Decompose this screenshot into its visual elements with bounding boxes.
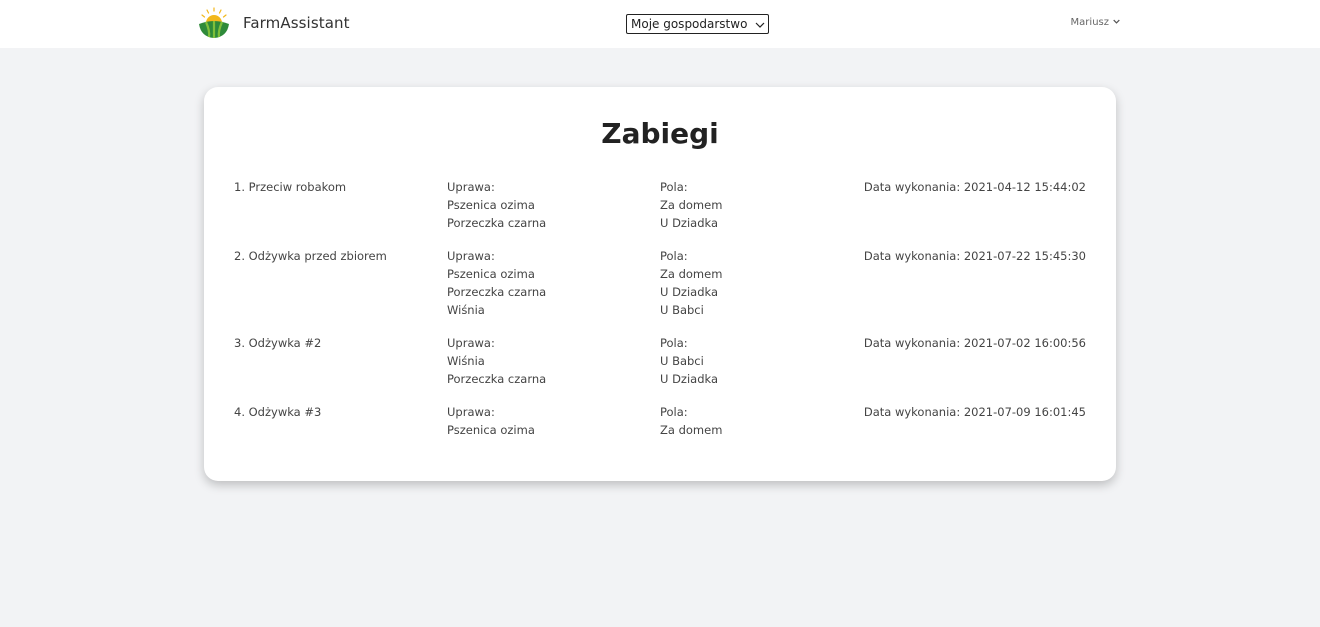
field-item: Za domem bbox=[660, 267, 723, 281]
fields-col: Pola: Za domem U Dziadka U Babci bbox=[660, 247, 722, 319]
field-item: Za domem bbox=[660, 423, 723, 437]
treatments-list: 1. Przeciw robakom Uprawa: Pszenica ozima P… bbox=[234, 178, 1086, 454]
treatment-row: 3. Odżywka #2 Uprawa: Wiśnia Porzeczka czar… bbox=[234, 334, 1086, 388]
treatment-name-col: 1. Przeciw robakom bbox=[234, 178, 346, 196]
farm-logo-icon bbox=[197, 7, 231, 39]
crops-label: Uprawa: bbox=[447, 249, 495, 263]
date-col: Data wykonania: 2021-07-22 15:45:30 bbox=[864, 247, 1086, 265]
fields-col: Pola: Za domem U Dziadka bbox=[660, 178, 722, 232]
crop-item: Pszenica ozima bbox=[447, 198, 535, 212]
treatment-name: 4. Odżywka #3 bbox=[234, 405, 322, 419]
crop-item: Wiśnia bbox=[447, 354, 485, 368]
crop-item: Pszenica ozima bbox=[447, 423, 535, 437]
execution-date: Data wykonania: 2021-04-12 15:44:02 bbox=[863, 180, 1086, 194]
crop-item: Wiśnia bbox=[447, 303, 485, 317]
fields-label: Pola: bbox=[660, 249, 688, 263]
execution-date: Data wykonania: 2021-07-09 16:01:45 bbox=[863, 405, 1086, 419]
user-menu[interactable]: Mariusz bbox=[1071, 17, 1120, 28]
date-col: Data wykonania: 2021-07-02 16:00:56 bbox=[864, 334, 1086, 352]
top-navbar: FarmAssistant Moje gospodarstwo Mariusz bbox=[0, 0, 1320, 48]
crops-col: Uprawa: Pszenica ozima Porzeczka czarna Wiś… bbox=[447, 247, 546, 319]
crop-item: Porzeczka czarna bbox=[447, 216, 547, 230]
treatment-name-col: 2. Odżywka przed zbiorem bbox=[234, 247, 387, 265]
farm-select-value: Moje gospodarstwo bbox=[631, 17, 748, 31]
brand-name: FarmAssistant bbox=[243, 14, 350, 32]
crop-item: Porzeczka czarna bbox=[447, 372, 547, 386]
execution-date: Data wykonania: 2021-07-02 16:00:56 bbox=[863, 336, 1086, 350]
crops-col: Uprawa: Pszenica ozima Porzeczka czarna bbox=[447, 178, 546, 232]
crops-col: Uprawa: Pszenica ozima bbox=[447, 403, 535, 439]
field-item: U Dziadka bbox=[660, 372, 719, 386]
farm-select-dropdown[interactable]: Moje gospodarstwo bbox=[626, 14, 769, 34]
execution-date: Data wykonania: 2021-07-22 15:45:30 bbox=[863, 249, 1086, 263]
field-item: U Dziadka bbox=[660, 285, 719, 299]
crops-col: Uprawa: Wiśnia Porzeczka czarna bbox=[447, 334, 546, 388]
field-item: U Babci bbox=[660, 354, 704, 368]
treatment-row: 2. Odżywka przed zbiorem Uprawa: Pszenica … bbox=[234, 247, 1086, 319]
chevron-down-icon bbox=[1113, 17, 1120, 28]
user-name: Mariusz bbox=[1070, 17, 1109, 28]
treatment-row: 1. Przeciw robakom Uprawa: Pszenica ozima P… bbox=[234, 178, 1086, 232]
date-col: Data wykonania: 2021-07-09 16:01:45 bbox=[864, 403, 1086, 421]
field-item: U Babci bbox=[660, 303, 704, 317]
treatment-name: 2. Odżywka przed zbiorem bbox=[234, 249, 387, 263]
page-title: Zabiegi bbox=[601, 117, 719, 150]
treatment-name-col: 3. Odżywka #2 bbox=[234, 334, 321, 352]
crops-label: Uprawa: bbox=[447, 180, 495, 194]
crop-item: Pszenica ozima bbox=[447, 267, 535, 281]
fields-col: Pola: U Babci U Dziadka bbox=[660, 334, 718, 388]
fields-label: Pola: bbox=[660, 180, 688, 194]
crop-item: Porzeczka czarna bbox=[447, 285, 547, 299]
treatments-card: Zabiegi 1. Przeciw robakom Uprawa: Pszenic… bbox=[204, 87, 1116, 481]
treatment-row: 4. Odżywka #3 Uprawa: Pszenica ozima Pola: Z… bbox=[234, 403, 1086, 439]
chevron-down-icon bbox=[755, 19, 765, 29]
crops-label: Uprawa: bbox=[447, 405, 495, 419]
date-col: Data wykonania: 2021-04-12 15:44:02 bbox=[864, 178, 1086, 196]
treatment-name-col: 4. Odżywka #3 bbox=[234, 403, 321, 421]
fields-label: Pola: bbox=[660, 405, 688, 419]
brand-home-link[interactable]: FarmAssistant bbox=[197, 5, 350, 41]
field-item: Za domem bbox=[660, 198, 723, 212]
treatment-name: 1. Przeciw robakom bbox=[234, 180, 347, 194]
fields-col: Pola: Za domem bbox=[660, 403, 722, 439]
treatment-name: 3. Odżywka #2 bbox=[234, 336, 322, 350]
field-item: U Dziadka bbox=[660, 216, 719, 230]
crops-label: Uprawa: bbox=[447, 336, 495, 350]
fields-label: Pola: bbox=[660, 336, 688, 350]
